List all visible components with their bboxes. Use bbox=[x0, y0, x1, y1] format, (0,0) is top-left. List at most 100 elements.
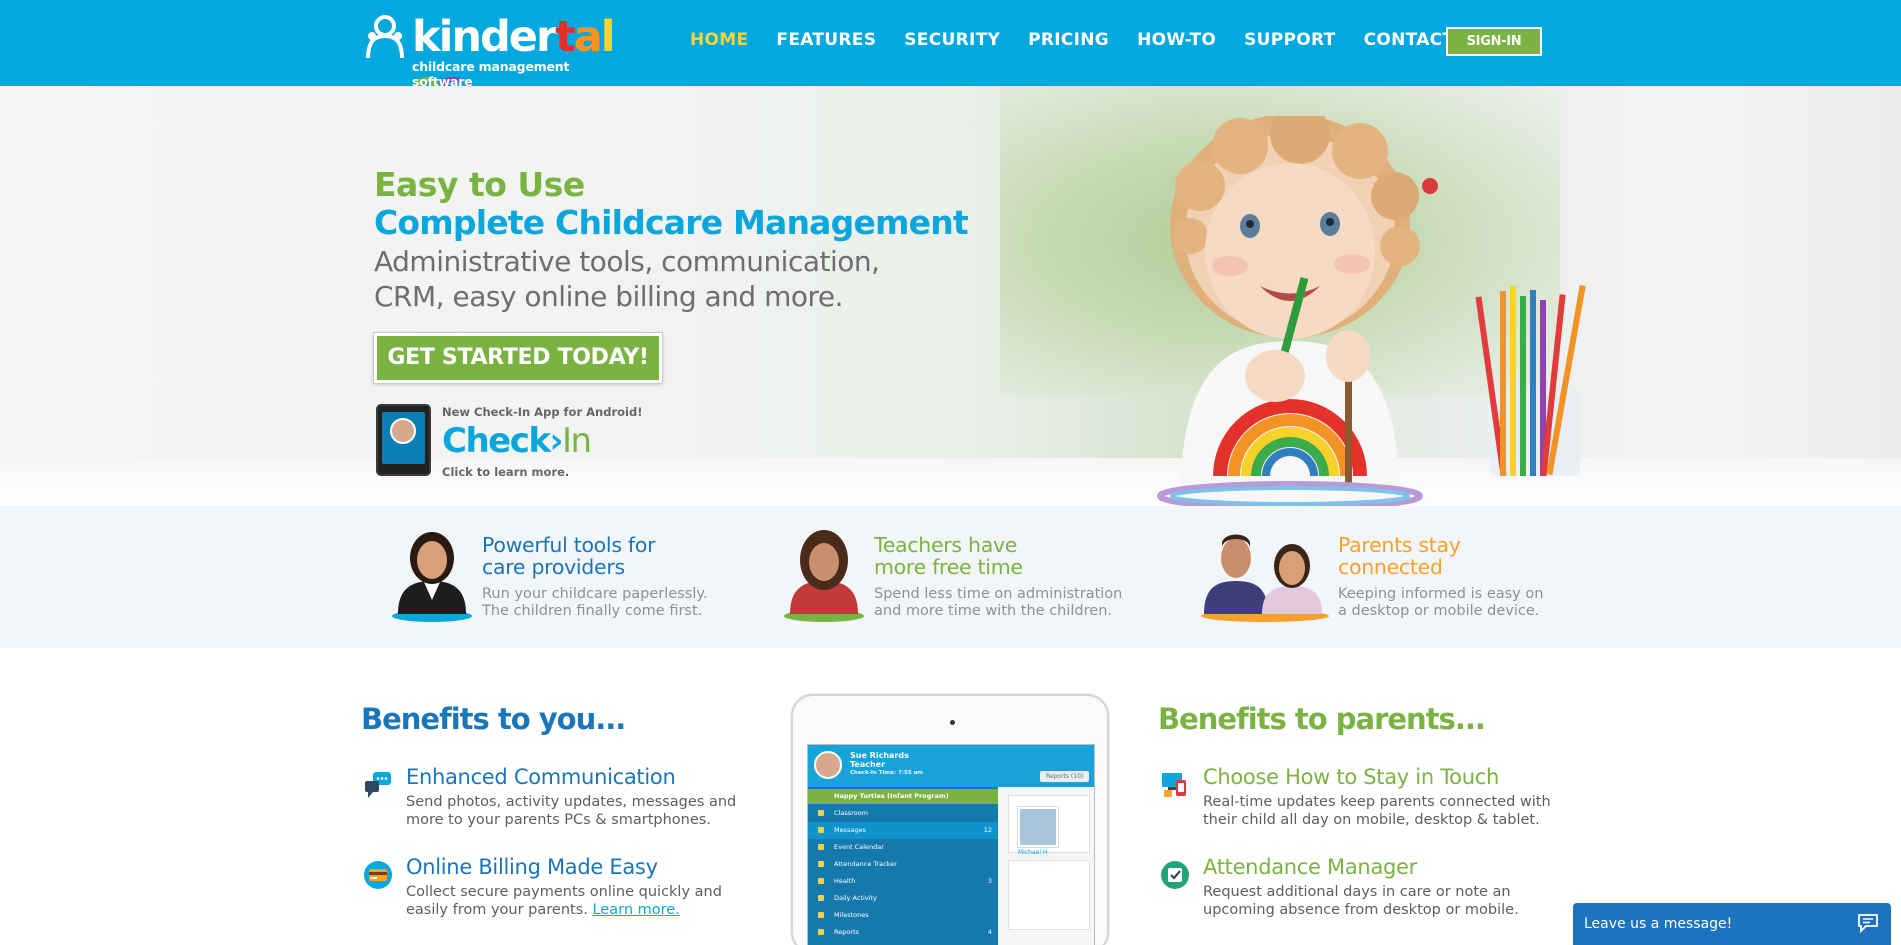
tablet-child-photo bbox=[1017, 806, 1059, 848]
pencil-cup-image bbox=[1475, 285, 1586, 476]
kindertales-logo[interactable]: kindertales childcare management softwar… bbox=[362, 12, 622, 112]
tablet-child-name: Michael H bbox=[1018, 849, 1048, 856]
chat-label: Leave us a message! bbox=[1584, 916, 1733, 932]
tablet-user-avatar bbox=[814, 751, 842, 779]
hero-banner: Easy to Use Complete Childcare Managemen… bbox=[0, 86, 1901, 506]
nav-link-security[interactable]: SECURITY bbox=[904, 30, 1000, 50]
feature-title-line2: connected bbox=[1338, 555, 1443, 579]
feature-desc-line2: The children finally come first. bbox=[482, 603, 703, 619]
tablet-menu-item: Attendance Tracker bbox=[808, 856, 998, 873]
tablet-menu-item: Classroom bbox=[808, 805, 998, 822]
calendar-check-icon bbox=[1161, 861, 1189, 889]
benefit-title: Attendance Manager bbox=[1203, 855, 1417, 879]
tablet-menu-item: Milestones bbox=[808, 907, 998, 924]
tablet-menu-count: 3 bbox=[987, 877, 992, 885]
feature-title: Parents stay connected bbox=[1338, 534, 1461, 578]
tablet-menu-item: Messages 12 bbox=[808, 822, 998, 839]
tablet-menu: Classroom Messages 12 Event Calendar Attenda… bbox=[808, 805, 998, 941]
tablet-menu-label: Reports bbox=[834, 928, 859, 936]
feature-title-line1: Teachers have bbox=[874, 533, 1018, 557]
benefits-you-heading: Benefits to you... bbox=[361, 702, 626, 736]
hero-line-2: Complete Childcare Management bbox=[374, 203, 969, 242]
feature-desc-line2: a desktop or mobile device. bbox=[1338, 603, 1540, 619]
parents-avatar-icon bbox=[1201, 534, 1329, 622]
checkin-logo[interactable]: Check›In bbox=[442, 421, 592, 461]
logo-letter: e bbox=[508, 12, 538, 62]
tablet-menu-label: Milestones bbox=[834, 911, 869, 919]
feature-title-line2: more free time bbox=[874, 555, 1023, 579]
feature-title-line2: care providers bbox=[482, 555, 625, 579]
chat-widget[interactable]: Leave us a message! bbox=[1573, 903, 1891, 945]
credit-card-icon bbox=[364, 861, 392, 889]
tablet-menu-label: Attendance Tracker bbox=[834, 860, 897, 868]
sign-in-button[interactable]: SIGN-IN bbox=[1446, 27, 1542, 56]
tablet-menu-item: Reports 4 bbox=[808, 924, 998, 941]
logo-letter: d bbox=[479, 12, 511, 62]
tablet-menu-label: Health bbox=[834, 877, 856, 885]
tablet-reports-tab: Reports (10) bbox=[1040, 771, 1090, 782]
feature-desc-line1: Spend less time on administration bbox=[874, 586, 1123, 602]
benefit-title: Online Billing Made Easy bbox=[406, 855, 658, 879]
feature-desc: Keeping informed is easy on a desktop or… bbox=[1338, 586, 1543, 620]
checkin-logo-arrow: › bbox=[549, 421, 563, 461]
logo-letter: r bbox=[535, 12, 557, 62]
feature-desc: Spend less time on administration and mo… bbox=[874, 586, 1122, 620]
benefit-desc: Send photos, activity updates, messages … bbox=[406, 794, 737, 828]
tablet-menu-label: Daily Activity bbox=[834, 894, 877, 902]
features-strip: Powerful tools for care providers Run yo… bbox=[0, 506, 1901, 648]
benefit-title: Enhanced Communication bbox=[406, 765, 676, 789]
phone-face-image bbox=[390, 418, 416, 444]
benefits-parents-heading: Benefits to parents... bbox=[1158, 702, 1486, 736]
nav-link-features[interactable]: FEATURES bbox=[776, 30, 876, 50]
main-nav: HOME FEATURES SECURITY PRICING HOW-TO SUPPORT… bbox=[690, 30, 1482, 50]
feature-desc-line1: Keeping informed is easy on bbox=[1338, 586, 1544, 602]
nav-link-support[interactable]: SUPPORT bbox=[1244, 30, 1335, 50]
tablet-menu-item: Event Calendar bbox=[808, 839, 998, 856]
logo-letter: n bbox=[451, 12, 482, 62]
tablet-menu-count: 4 bbox=[987, 928, 992, 936]
tablet-user-checkin: Check-In Time: 7:55 am bbox=[850, 770, 924, 776]
tablet-menu-item: Health 3 bbox=[808, 873, 998, 890]
checkin-logo-main: Check bbox=[442, 421, 551, 461]
nav-link-pricing[interactable]: PRICING bbox=[1028, 30, 1109, 50]
feature-title-line1: Parents stay bbox=[1338, 533, 1461, 557]
logo-letter: a bbox=[573, 12, 603, 62]
tablet-topbar: Sue Richards Teacher Check-In Time: 7:55… bbox=[808, 745, 1094, 787]
hero-line-1: Easy to Use bbox=[374, 165, 585, 204]
nav-link-how-to[interactable]: HOW-TO bbox=[1137, 30, 1216, 50]
checkin-logo-in: In bbox=[562, 421, 592, 461]
logo-letter: l bbox=[600, 12, 616, 62]
tablet-user-name: Sue Richards bbox=[850, 751, 909, 760]
tablet-program: Happy Turtles (Infant Program) bbox=[808, 789, 998, 804]
get-started-button[interactable]: GET STARTED TODAY! bbox=[373, 332, 663, 384]
tablet-card bbox=[1008, 860, 1090, 930]
checkin-learn-more[interactable]: Click to learn more. bbox=[442, 465, 569, 479]
woman-suit-avatar-icon bbox=[392, 532, 472, 622]
tablet-mockup: Michael H Sue Richards Teacher Check-In … bbox=[791, 694, 1109, 945]
site-header: kindertales childcare management softwar… bbox=[0, 0, 1901, 112]
logo-letter: i bbox=[438, 12, 454, 62]
feature-title: Powerful tools for care providers bbox=[482, 534, 656, 579]
nav-link-contact[interactable]: CONTACT bbox=[1364, 30, 1455, 50]
feature-desc-line2: and more time with the children. bbox=[874, 603, 1112, 619]
logo-tagline: childcare management software bbox=[412, 59, 570, 89]
devices-icon bbox=[1162, 773, 1186, 797]
feature-desc-line1: Run your childcare paperlessly. bbox=[482, 586, 708, 602]
tablet-menu-count: 12 bbox=[983, 826, 992, 834]
benefit-desc: Real-time updates keep parents connected… bbox=[1203, 794, 1551, 828]
logo-letter: k bbox=[412, 12, 441, 62]
feature-desc: Run your childcare paperlessly. The chil… bbox=[482, 586, 707, 620]
hero-table bbox=[0, 458, 1901, 506]
hero-text: Easy to Use Complete Childcare Managemen… bbox=[374, 165, 969, 314]
tablet-user: Sue Richards Teacher Check-In Time: 7:55… bbox=[850, 751, 923, 778]
learn-more-link[interactable]: Learn more. bbox=[592, 902, 679, 918]
benefit-desc: Request additional days in care or note … bbox=[1203, 884, 1519, 918]
benefit-desc: Collect secure payments online quickly a… bbox=[406, 883, 766, 919]
hero-subtitle: Administrative tools, communication, CRM… bbox=[374, 245, 880, 313]
tablet-menu-label: Classroom bbox=[834, 809, 868, 817]
checkin-announcement: New Check-In App for Android! bbox=[442, 405, 643, 419]
tablet-menu-label: Event Calendar bbox=[834, 843, 884, 851]
checkin-phone-image[interactable] bbox=[376, 404, 431, 476]
hero-child-image bbox=[1157, 116, 1438, 506]
nav-link-home[interactable]: HOME bbox=[690, 30, 748, 50]
